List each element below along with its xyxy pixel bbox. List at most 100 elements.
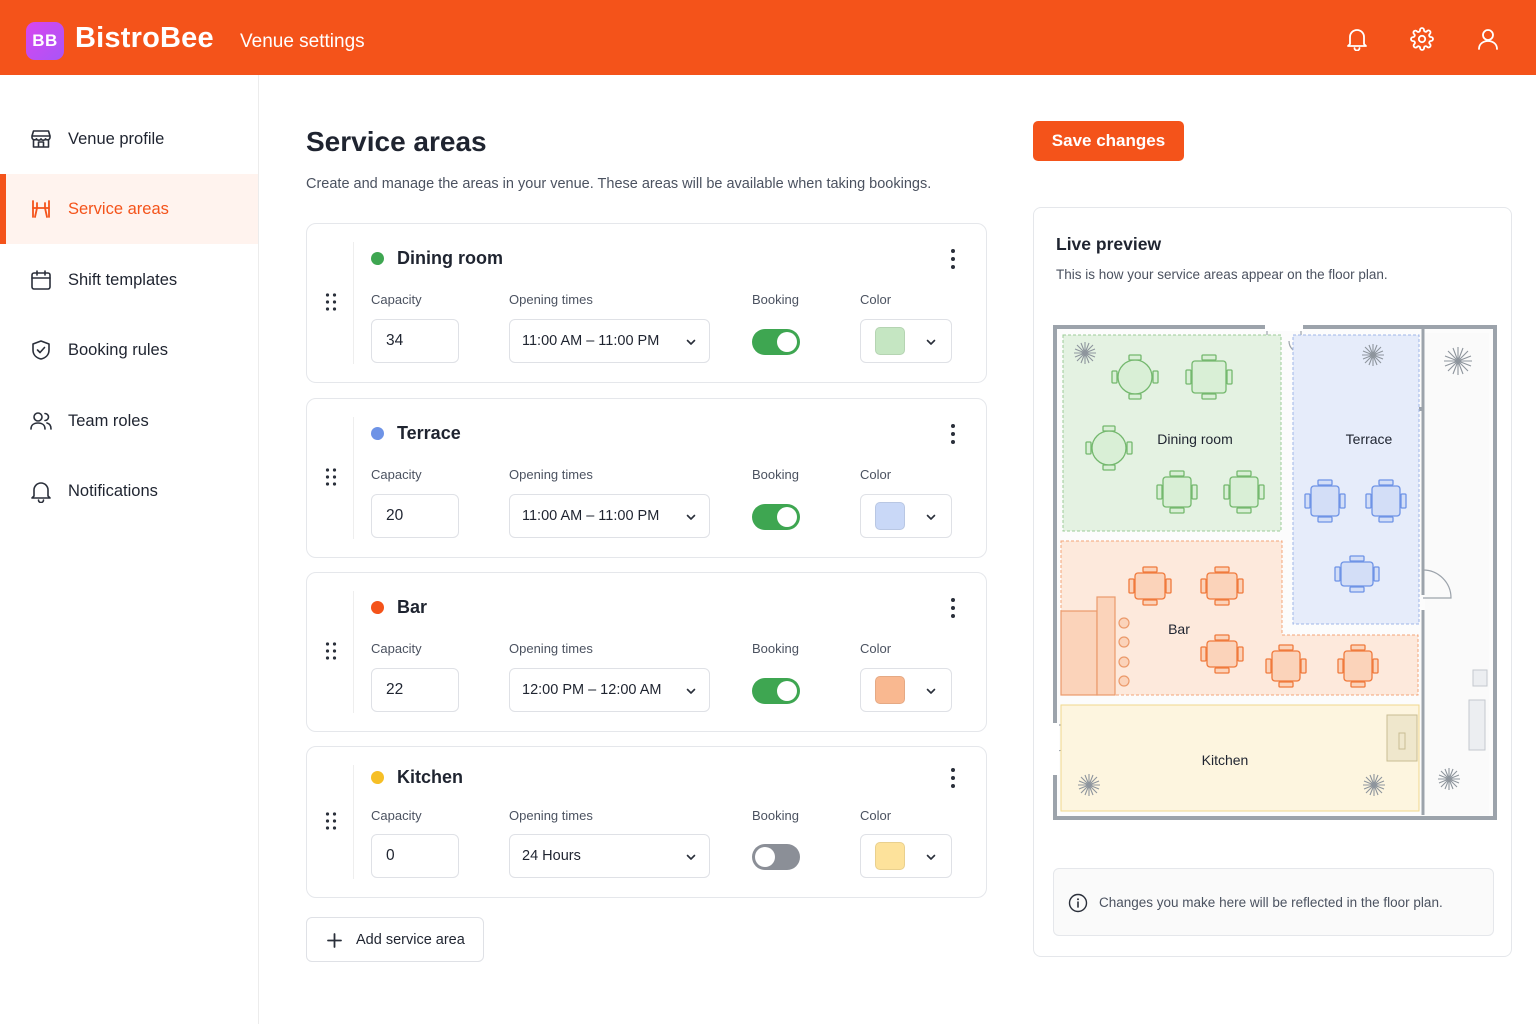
capacity-input[interactable]: 22 [371, 668, 459, 712]
service-areas-icon [32, 200, 50, 218]
add-service-area-button[interactable]: Add service area [306, 917, 484, 962]
user-icon[interactable] [1475, 26, 1501, 52]
booking-toggle[interactable] [752, 329, 800, 355]
page-title: Service areas [306, 126, 487, 157]
sidebar-item-booking-rules[interactable]: Booking rules [0, 315, 258, 385]
sidebar-item-label: Shift templates [68, 270, 178, 289]
preview-note: Changes you make here will be reflected … [1053, 868, 1494, 936]
service-area-card-terrace: Terrace Capacity Opening times Booking C… [306, 398, 987, 558]
color-select[interactable] [860, 668, 952, 712]
live-preview-panel: Live preview This is how your service ar… [1033, 207, 1512, 957]
capacity-label: Capacity [371, 641, 422, 656]
opening-times-select[interactable]: 11:00 AM – 11:00 PM [509, 494, 710, 538]
preview-title: Live preview [1056, 234, 1162, 254]
users-icon [30, 412, 52, 430]
service-area-card-bar: Bar Capacity Opening times Booking Color… [306, 572, 987, 732]
area-name: Bar [397, 597, 428, 617]
booking-label: Booking [752, 292, 799, 307]
drag-handle-icon[interactable] [325, 292, 337, 312]
zone-label-terrace: Terrace [1346, 431, 1393, 447]
opening-times-value: 11:00 AM – 11:00 PM [522, 333, 660, 349]
sidebar-item-shift-templates[interactable]: Shift templates [0, 245, 258, 315]
page-description: Create and manage the areas in your venu… [306, 176, 932, 192]
page-context: Venue settings [240, 31, 365, 52]
card-divider [353, 242, 354, 364]
color-select[interactable] [860, 319, 952, 363]
top-bar: BB BistroBee Venue settings [0, 0, 1536, 75]
color-label: Color [860, 467, 892, 482]
toggle-knob [755, 847, 775, 867]
service-area-card-dining-room: Dining room Capacity Opening times Booki… [306, 223, 987, 383]
booking-toggle[interactable] [752, 844, 800, 870]
color-label: Color [860, 292, 892, 307]
area-name: Kitchen [397, 767, 464, 787]
save-button[interactable]: Save changes [1033, 121, 1184, 161]
area-color-dot [371, 771, 384, 784]
area-color-dot [371, 427, 384, 440]
card-divider [353, 765, 354, 879]
toggle-knob [777, 332, 797, 352]
color-select[interactable] [860, 494, 952, 538]
sidebar-item-label: Team roles [68, 411, 149, 430]
more-options-icon[interactable] [949, 767, 957, 789]
info-icon [1068, 893, 1088, 913]
preview-description: This is how your service areas appear on… [1056, 267, 1388, 282]
opening-times-value: 24 Hours [522, 848, 581, 864]
color-label: Color [860, 808, 892, 823]
capacity-label: Capacity [371, 467, 422, 482]
bell-icon[interactable] [1344, 26, 1370, 52]
drag-handle-icon[interactable] [325, 467, 337, 487]
more-options-icon[interactable] [949, 248, 957, 270]
chevron-down-icon [926, 854, 936, 860]
color-swatch [875, 842, 905, 870]
booking-label: Booking [752, 641, 799, 656]
sidebar-item-label: Service areas [68, 199, 169, 218]
sidebar-item-service-areas[interactable]: Service areas [0, 174, 258, 244]
opening-times-value: 11:00 AM – 11:00 PM [522, 508, 660, 524]
booking-label: Booking [752, 467, 799, 482]
bell-icon [31, 482, 51, 503]
opening-times-select[interactable]: 24 Hours [509, 834, 710, 878]
sidebar-item-team-roles[interactable]: Team roles [0, 386, 258, 456]
sidebar-item-venue-profile[interactable]: Venue profile [0, 104, 258, 174]
chevron-down-icon [926, 688, 936, 694]
drag-handle-icon[interactable] [325, 641, 337, 661]
capacity-label: Capacity [371, 292, 422, 307]
gear-icon[interactable] [1409, 26, 1435, 52]
floor-plan: Dining room Terrace Bar Kitchen [1053, 325, 1497, 820]
color-select[interactable] [860, 834, 952, 878]
chevron-down-icon [686, 854, 696, 860]
capacity-label: Capacity [371, 808, 422, 823]
drag-handle-icon[interactable] [325, 811, 337, 831]
capacity-input[interactable]: 34 [371, 319, 459, 363]
logo-badge: BB [26, 22, 64, 60]
opening-times-select[interactable]: 11:00 AM – 11:00 PM [509, 319, 710, 363]
sidebar-item-notifications[interactable]: Notifications [0, 456, 258, 526]
opening-times-select[interactable]: 12:00 PM – 12:00 AM [509, 668, 710, 712]
storefront-icon [31, 130, 51, 148]
opening-times-label: Opening times [509, 808, 593, 823]
brand-name: BistroBee [75, 22, 214, 54]
calendar-icon [31, 270, 51, 290]
area-name: Dining room [397, 248, 503, 268]
capacity-input[interactable]: 0 [371, 834, 459, 878]
plus-icon [327, 933, 342, 948]
zone-label-kitchen: Kitchen [1202, 752, 1249, 768]
more-options-icon[interactable] [949, 597, 957, 619]
shield-check-icon [32, 340, 50, 360]
chevron-down-icon [686, 688, 696, 694]
chevron-down-icon [686, 339, 696, 345]
preview-note-text: Changes you make here will be reflected … [1099, 895, 1443, 910]
chevron-down-icon [686, 514, 696, 520]
booking-toggle[interactable] [752, 504, 800, 530]
zone-label-bar: Bar [1168, 621, 1190, 637]
toggle-knob [777, 681, 797, 701]
capacity-input[interactable]: 20 [371, 494, 459, 538]
more-options-icon[interactable] [949, 423, 957, 445]
area-color-dot [371, 252, 384, 265]
opening-times-label: Opening times [509, 292, 593, 307]
area-name: Terrace [397, 423, 461, 443]
booking-toggle[interactable] [752, 678, 800, 704]
add-service-area-label: Add service area [356, 931, 465, 948]
color-swatch [875, 676, 905, 704]
